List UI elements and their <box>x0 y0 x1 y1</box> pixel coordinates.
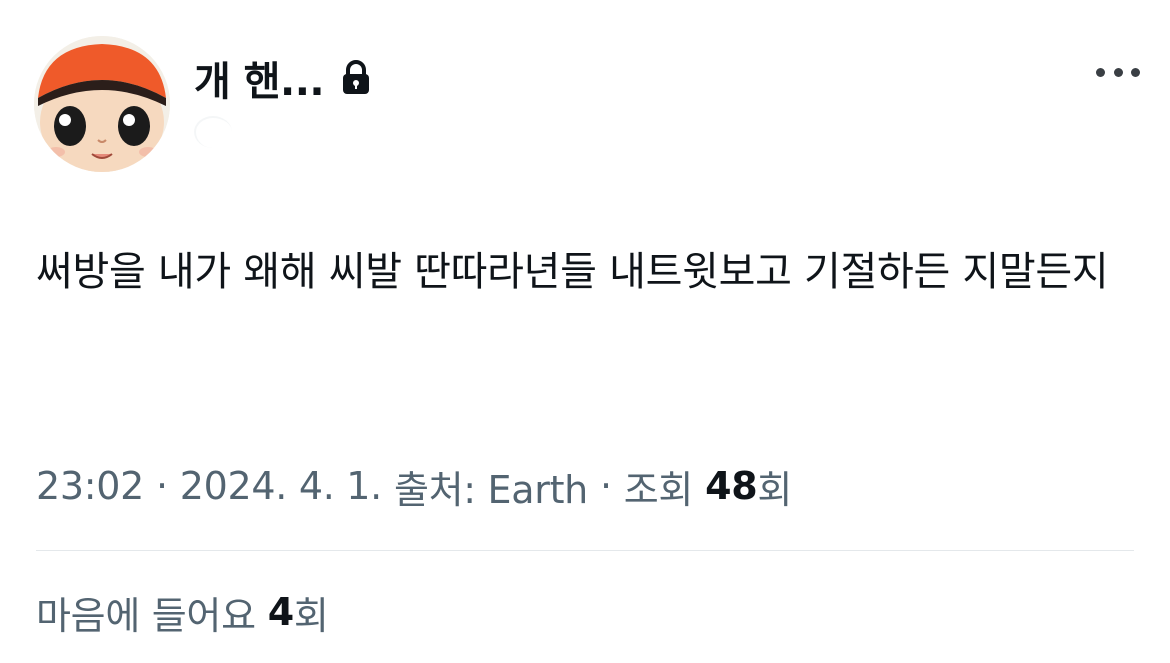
author-name-row[interactable]: 개 핸... <box>194 50 372 106</box>
display-name[interactable]: 개 핸... <box>194 49 325 107</box>
more-horizontal-icon[interactable] <box>1096 62 1140 82</box>
tweet-header: 개 핸... <box>34 36 1144 172</box>
likes-label: 마음에 들어요 <box>36 593 256 638</box>
more-dot <box>1131 67 1140 77</box>
lock-icon <box>343 60 370 94</box>
views-count: 48 <box>705 464 758 508</box>
views-label: 조회 <box>623 467 694 512</box>
tweet-date[interactable]: 2024. 4. 1. <box>180 464 382 508</box>
likes-unit: 회 <box>293 593 329 638</box>
separator: · <box>156 464 168 508</box>
tweet-time[interactable]: 23:02 <box>36 464 144 508</box>
tweet-source: 출처: Earth <box>393 467 588 512</box>
separator: · <box>599 464 612 508</box>
avatar[interactable] <box>34 36 170 172</box>
likes-row[interactable]: 마음에 들어요 4 회 <box>36 584 329 640</box>
likes-count: 4 <box>267 590 294 634</box>
views-unit: 회 <box>757 467 793 512</box>
tweet-meta: 23:02 · 2024. 4. 1. 출처: Earth · 조회 48 회 <box>36 458 792 514</box>
tweet-text: 써방을 내가 왜해 씨발 딴따라년들 내트윗보고 기절하든 지말든지 <box>36 249 1109 295</box>
more-dot <box>1096 67 1105 77</box>
cartoon-avatar-icon <box>34 36 170 172</box>
divider <box>36 550 1134 551</box>
handle-placeholder <box>194 116 232 148</box>
more-dot <box>1113 67 1123 77</box>
